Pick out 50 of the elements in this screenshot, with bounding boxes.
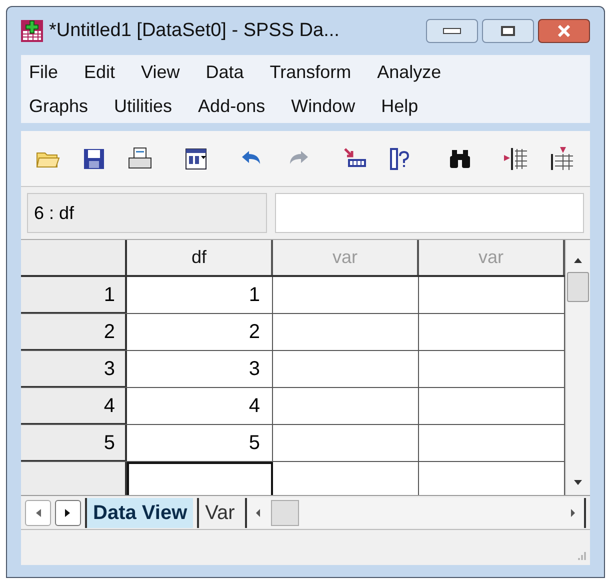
menu-item[interactable]: File bbox=[29, 58, 58, 86]
menu-item[interactable]: Utilities bbox=[114, 92, 172, 120]
minimize-button[interactable] bbox=[426, 19, 478, 43]
table-cell: 4 bbox=[127, 388, 273, 424]
app-icon bbox=[21, 20, 43, 42]
close-icon bbox=[557, 25, 571, 37]
row-header[interactable]: 2 bbox=[21, 314, 127, 350]
insert-column-icon[interactable] bbox=[549, 146, 575, 172]
vertical-scrollbar[interactable] bbox=[565, 240, 590, 495]
menu-item[interactable]: Graphs bbox=[29, 92, 88, 120]
right-arrow-icon bbox=[64, 508, 72, 518]
scroll-left-icon[interactable] bbox=[254, 508, 261, 518]
scroll-down-icon[interactable] bbox=[573, 479, 583, 487]
menu-item[interactable]: View bbox=[141, 58, 180, 86]
menu-item[interactable]: Help bbox=[381, 92, 418, 120]
menu-item[interactable]: Data bbox=[206, 58, 244, 86]
cell-reference: 6 : df bbox=[27, 193, 267, 233]
previous-tab-button[interactable] bbox=[25, 500, 51, 526]
table-cell: 1 bbox=[127, 277, 273, 313]
menu-item[interactable]: Edit bbox=[84, 58, 116, 86]
window-title: *Untitled1 [DataSet0] - SPSS Da... bbox=[49, 18, 340, 43]
insert-row-icon[interactable] bbox=[503, 146, 529, 172]
row-header[interactable]: 4 bbox=[21, 388, 127, 424]
row-header[interactable]: 1 bbox=[21, 277, 127, 313]
window-icon[interactable] bbox=[183, 146, 209, 172]
menu-item[interactable]: Window bbox=[291, 92, 356, 120]
restore-icon bbox=[501, 26, 515, 36]
row-header[interactable]: 5 bbox=[21, 425, 127, 461]
column-header[interactable]: df bbox=[127, 240, 273, 275]
scroll-thumb[interactable] bbox=[270, 500, 299, 526]
table-cell: 2 bbox=[127, 314, 273, 350]
minimize-icon bbox=[443, 28, 461, 34]
maximize-button[interactable] bbox=[482, 19, 534, 43]
table-cell: 3 bbox=[127, 351, 273, 387]
left-arrow-icon bbox=[34, 508, 42, 518]
menu-item[interactable]: Analyze bbox=[377, 58, 442, 86]
resize-grip-icon[interactable] bbox=[576, 551, 586, 561]
table-cell: 5 bbox=[127, 425, 273, 461]
scroll-up-icon[interactable] bbox=[573, 256, 583, 264]
view-tab[interactable]: Data View bbox=[85, 498, 194, 528]
print-icon[interactable] bbox=[127, 146, 153, 172]
close-button[interactable] bbox=[538, 19, 590, 43]
cell-value-field[interactable] bbox=[275, 193, 584, 233]
scroll-thumb[interactable] bbox=[567, 272, 589, 302]
next-tab-button[interactable] bbox=[55, 500, 81, 526]
menu-item[interactable]: Add-ons bbox=[198, 92, 266, 120]
scroll-right-icon[interactable] bbox=[570, 508, 576, 518]
menu-item[interactable]: Transform bbox=[270, 58, 352, 86]
horizontal-scrollbar[interactable] bbox=[244, 498, 586, 528]
row-header[interactable]: 3 bbox=[21, 351, 127, 387]
